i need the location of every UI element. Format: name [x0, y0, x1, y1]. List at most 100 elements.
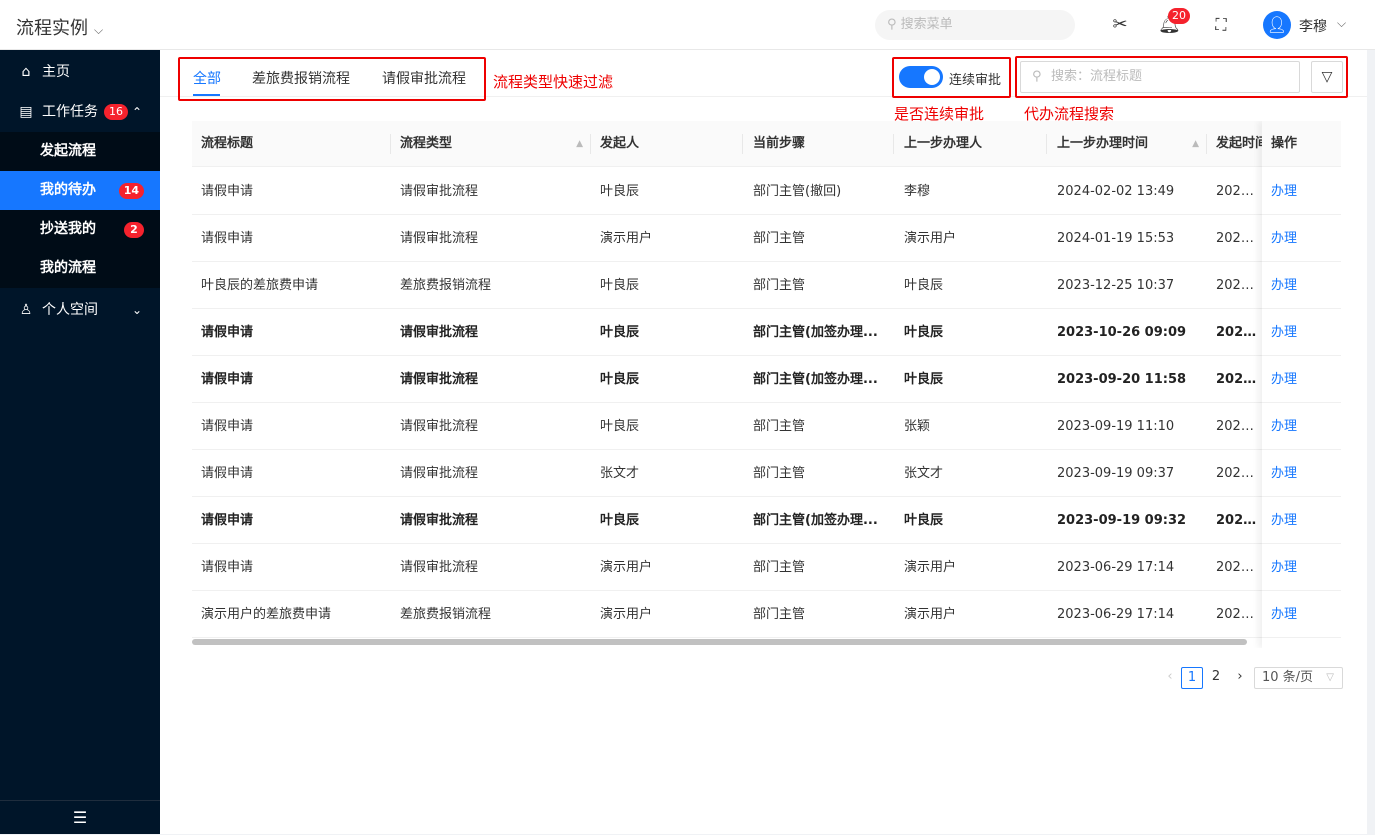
sidebar-item-my-todo[interactable]: 我的待办 14	[0, 171, 160, 210]
sidebar-item-my-process[interactable]: 我的流程	[0, 249, 160, 288]
sidebar-item-label: 我的待办	[40, 182, 96, 198]
column-header-prev-time[interactable]: 上一步办理时间 ▲	[1048, 121, 1207, 167]
sidebar-item-cc-me[interactable]: 抄送我的 2	[0, 210, 160, 249]
sidebar-item-label: 发起流程	[40, 143, 96, 159]
handle-link[interactable]: 办理	[1262, 403, 1341, 450]
cell-start-time: 2023-0	[1216, 372, 1262, 387]
app-title-dropdown[interactable]: 流程实例 ⌵	[16, 14, 103, 40]
handle-link[interactable]: 办理	[1262, 497, 1341, 544]
chevron-up-icon: ⌃	[132, 105, 143, 119]
handle-link[interactable]: 办理	[1262, 215, 1341, 262]
column-separator	[742, 134, 743, 154]
next-page-button[interactable]: ›	[1229, 667, 1251, 689]
sort-icon[interactable]: ▲	[1192, 121, 1199, 167]
handle-link[interactable]: 办理	[1262, 544, 1341, 591]
table-row[interactable]: 请假申请 请假审批流程 张文才 部门主管 张文才 2023-09-19 09:37 2023…	[192, 450, 1341, 497]
sidebar-item-start-process[interactable]: 发起流程	[0, 132, 160, 171]
cell-type: 请假审批流程	[400, 231, 479, 246]
column-header-prev-handler: 上一步办理人	[904, 136, 983, 151]
table-row[interactable]: 演示用户的差旅费申请 差旅费报销流程 演示用户 部门主管 演示用户 2023-06-29 …	[192, 591, 1341, 638]
handle-link[interactable]: 办理	[1262, 168, 1341, 215]
cell-start-time: 2023-09	[1216, 419, 1262, 434]
page-button-1[interactable]: 1	[1181, 667, 1203, 689]
table-row[interactable]: 请假申请 请假审批流程 演示用户 部门主管 演示用户 2023-06-29 17:14 20…	[192, 544, 1341, 591]
column-header-action: 操作	[1262, 121, 1341, 167]
cell-initiator: 叶良辰	[600, 325, 640, 340]
cell-title: 请假申请	[201, 372, 254, 387]
cell-initiator: 演示用户	[600, 607, 653, 622]
cell-start-time: 2023-06	[1216, 607, 1262, 622]
menu-search-input[interactable]: ⚲ 搜索菜单	[875, 10, 1075, 40]
cell-prev-time: 2023-09-20 11:58	[1057, 372, 1187, 387]
cc-badge: 2	[124, 222, 144, 238]
table-row[interactable]: 请假申请 请假审批流程 叶良辰 部门主管(加签办理... 叶良辰 2023-09-19 0…	[192, 497, 1341, 544]
table-row[interactable]: 请假申请 请假审批流程 叶良辰 部门主管(加签办理... 叶良辰 2023-09-20 1…	[192, 356, 1341, 403]
table-row[interactable]: 请假申请 请假审批流程 叶良辰 部门主管(撤回) 李穆 2024-02-02 13:49 2…	[192, 168, 1341, 215]
table-header: 流程标题 流程类型 ▲ 发起人 当前步骤 上一步办理人 上一步办理时间 ▲ 发起时间	[192, 121, 1341, 167]
top-bar: 流程实例 ⌵ ⚲ 搜索菜单 ✂ 🔔︎ 20 ⛶ 👤︎ 李穆 ⌵	[0, 0, 1375, 50]
handle-link[interactable]: 办理	[1262, 309, 1341, 356]
right-gutter	[1367, 50, 1375, 834]
cell-prev-handler: 叶良辰	[904, 278, 944, 293]
cell-prev-time: 2024-02-02 13:49	[1057, 184, 1175, 199]
menu-search-placeholder: 搜索菜单	[900, 17, 953, 32]
sidebar-item-personal-space[interactable]: ♙ 个人空间 ⌄	[0, 290, 160, 330]
cell-initiator: 张文才	[600, 466, 640, 481]
cell-type: 差旅费报销流程	[400, 278, 492, 293]
page-button-2[interactable]: 2	[1205, 667, 1227, 689]
cell-initiator: 叶良辰	[600, 372, 640, 387]
cell-title: 请假申请	[201, 513, 254, 528]
page-size-value: 10 条/页	[1262, 670, 1314, 685]
sort-icon[interactable]: ▲	[576, 121, 583, 167]
page-size-select[interactable]: 10 条/页 ▽	[1254, 667, 1343, 689]
fullscreen-icon[interactable]: ⛶	[1210, 14, 1232, 36]
cell-prev-handler: 叶良辰	[904, 372, 944, 387]
column-header-type[interactable]: 流程类型 ▲	[391, 121, 591, 167]
cell-title: 请假申请	[201, 184, 254, 199]
sidebar-item-work-tasks[interactable]: ▤ 工作任务 16 ⌃	[0, 92, 160, 132]
sidebar-item-label: 个人空间	[42, 302, 98, 318]
cell-prev-time: 2024-01-19 15:53	[1057, 231, 1175, 246]
cell-prev-time: 2023-12-25 10:37	[1057, 278, 1175, 293]
cell-type: 请假审批流程	[400, 325, 479, 340]
cell-prev-time: 2023-09-19 09:37	[1057, 466, 1175, 481]
column-header-title: 流程标题	[201, 136, 254, 151]
cell-title: 请假申请	[201, 231, 254, 246]
table-row[interactable]: 请假申请 请假审批流程 演示用户 部门主管 演示用户 2024-01-19 15:53 20…	[192, 215, 1341, 262]
sidebar: ⌂ 主页 ▤ 工作任务 16 ⌃ 发起流程 我的待办 14 抄送我的 2 我的流程 ♙…	[0, 50, 160, 834]
cell-title: 叶良辰的差旅费申请	[201, 278, 319, 293]
horizontal-scrollbar[interactable]	[192, 639, 1247, 645]
handle-link[interactable]: 办理	[1262, 450, 1341, 497]
sidebar-item-home[interactable]: ⌂ 主页	[0, 52, 160, 92]
cell-title: 请假申请	[201, 560, 254, 575]
table-row[interactable]: 叶良辰的差旅费申请 差旅费报销流程 叶良辰 部门主管 叶良辰 2023-12-25 10:…	[192, 262, 1341, 309]
column-separator	[893, 134, 894, 154]
table-row[interactable]: 请假申请 请假审批流程 叶良辰 部门主管(加签办理... 叶良辰 2023-10-26 0…	[192, 309, 1341, 356]
cell-prev-time: 2023-09-19 11:10	[1057, 419, 1175, 434]
collapse-sidebar-icon[interactable]: ☰	[0, 800, 160, 834]
cell-step: 部门主管	[753, 607, 806, 622]
cell-prev-time: 2023-06-29 17:14	[1057, 607, 1175, 622]
table-row[interactable]: 请假申请 请假审批流程 叶良辰 部门主管 张颖 2023-09-19 11:10 2023-…	[192, 403, 1341, 450]
todo-badge: 14	[118, 183, 144, 199]
handle-link[interactable]: 办理	[1262, 591, 1341, 638]
cell-prev-handler: 演示用户	[904, 607, 957, 622]
sidebar-submenu: 发起流程 我的待办 14 抄送我的 2 我的流程	[0, 132, 160, 288]
user-avatar[interactable]: 👤︎	[1263, 11, 1291, 39]
user-icon: ♙	[19, 302, 33, 318]
cell-step: 部门主管(加签办理...	[753, 325, 878, 340]
cell-start-time: 2023-12	[1216, 278, 1262, 293]
sidebar-item-label: 主页	[42, 64, 70, 80]
cell-initiator: 叶良辰	[600, 513, 640, 528]
chevron-down-icon[interactable]: ⌵	[1337, 16, 1346, 31]
user-name[interactable]: 李穆	[1299, 16, 1327, 36]
process-table: 流程标题 流程类型 ▲ 发起人 当前步骤 上一步办理人 上一步办理时间 ▲ 发起时间…	[192, 121, 1341, 648]
column-header-label: 流程类型	[400, 136, 453, 151]
handle-link[interactable]: 办理	[1262, 356, 1341, 403]
sidebar-item-label: 我的流程	[40, 260, 96, 276]
annotation-box-tabs	[178, 57, 486, 101]
tools-icon[interactable]: ✂	[1109, 14, 1131, 36]
cell-prev-handler: 叶良辰	[904, 513, 944, 528]
handle-link[interactable]: 办理	[1262, 262, 1341, 309]
prev-page-button[interactable]: ‹	[1159, 667, 1181, 689]
